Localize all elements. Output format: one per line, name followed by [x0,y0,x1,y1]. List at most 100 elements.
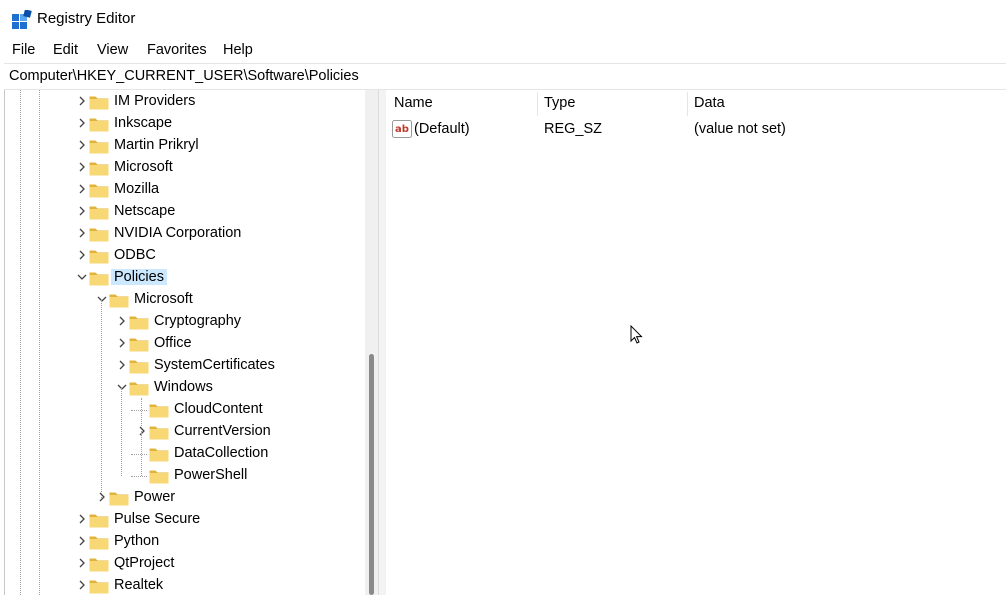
folder-icon [89,272,109,286]
folder-icon [89,228,109,242]
tree-node[interactable]: QtProject [5,553,361,575]
tree-node[interactable]: CloudContent [5,399,361,421]
chevron-right-icon[interactable] [77,204,87,218]
chevron-down-icon[interactable] [117,380,127,394]
tree-node[interactable]: Policies [5,267,361,289]
key-tree[interactable]: IM Providers Inkscape Martin Prikryl Micros… [4,90,379,595]
tree-node[interactable]: Microsoft [5,289,361,311]
tree-node-label: Microsoft [134,291,193,307]
chevron-right-icon[interactable] [77,556,87,570]
tree-node[interactable]: Cryptography [5,311,361,333]
menu-file[interactable]: File [12,42,35,58]
menu-edit[interactable]: Edit [53,42,78,58]
registry-editor-window: Registry Editor File Edit View Favorites… [0,0,1006,595]
tree-node-label: Netscape [114,203,176,219]
tree-node-label: Inkscape [114,115,173,131]
tree-node[interactable]: DataCollection [5,443,361,465]
tree-node[interactable]: Realtek [5,575,361,595]
string-value-icon: ab [392,120,412,138]
chevron-right-icon[interactable] [77,160,87,174]
tree-node[interactable]: ODBC [5,245,361,267]
tree-node-label: Mozilla [114,181,160,197]
folder-icon [129,360,149,374]
chevron-right-icon[interactable] [77,226,87,240]
tree-node-label: CloudContent [174,401,263,417]
tree-node-label: Microsoft [114,159,173,175]
chevron-right-icon[interactable] [77,94,87,108]
tree-node-label: Windows [154,379,213,395]
folder-icon [89,580,109,594]
column-header-type[interactable]: Type [544,95,575,111]
tree-node-label: DataCollection [174,445,269,461]
folder-icon [89,118,109,132]
tree-node[interactable]: Office [5,333,361,355]
tree-node[interactable]: PowerShell [5,465,361,487]
tree-node[interactable]: Netscape [5,201,361,223]
folder-icon [89,558,109,572]
folder-icon [89,536,109,550]
value-row[interactable]: ab (Default) REG_SZ (value not set) [386,118,1006,140]
tree-node[interactable]: SystemCertificates [5,355,361,377]
tree-node[interactable]: CurrentVersion [5,421,361,443]
chevron-down-icon[interactable] [77,270,87,284]
chevron-right-icon[interactable] [77,182,87,196]
tree-node-label: Realtek [114,577,164,593]
tree-node[interactable]: Windows [5,377,361,399]
tree-node[interactable]: Python [5,531,361,553]
folder-icon [89,514,109,528]
tree-node-label: Pulse Secure [114,511,201,527]
tree-node-label: NVIDIA Corporation [114,225,242,241]
address-path[interactable]: Computer\HKEY_CURRENT_USER\Software\Poli… [9,68,359,84]
menu-help[interactable]: Help [223,42,253,58]
menu-favorites[interactable]: Favorites [147,42,207,58]
tree-scrollbar-thumb[interactable] [369,354,374,595]
tree-node[interactable]: Pulse Secure [5,509,361,531]
chevron-right-icon[interactable] [117,314,127,328]
tree-node[interactable]: Mozilla [5,179,361,201]
folder-icon [109,492,129,506]
chevron-right-icon[interactable] [77,138,87,152]
mouse-cursor-icon [630,325,643,344]
tree-node-label: Martin Prikryl [114,137,199,153]
tree-node-label: Policies [111,269,167,285]
chevron-right-icon[interactable] [77,578,87,592]
column-header-data[interactable]: Data [694,95,725,111]
column-header-name[interactable]: Name [394,95,433,111]
value-type: REG_SZ [544,121,603,137]
title-bar[interactable]: Registry Editor [0,0,1006,40]
chevron-right-icon[interactable] [117,336,127,350]
folder-icon [89,96,109,110]
value-data: (value not set) [694,121,786,137]
tree-node[interactable]: Power [5,487,361,509]
tree-node-label: IM Providers [114,93,196,109]
tree-node[interactable]: NVIDIA Corporation [5,223,361,245]
folder-icon [149,470,169,484]
chevron-right-icon[interactable] [137,424,147,438]
address-bar[interactable]: Computer\HKEY_CURRENT_USER\Software\Poli… [4,63,1006,90]
tree-node[interactable]: Microsoft [5,157,361,179]
tree-node[interactable]: Inkscape [5,113,361,135]
values-list[interactable]: Name Type Data ab (Default) REG_SZ (valu… [386,90,1006,595]
menu-bar: File Edit View Favorites Help [0,40,1006,62]
chevron-right-icon[interactable] [97,490,107,504]
tree-node-label: Python [114,533,160,549]
tree-node[interactable]: IM Providers [5,91,361,113]
tree-scrollbar[interactable] [365,90,379,595]
folder-icon [129,382,149,396]
folder-icon [129,316,149,330]
folder-icon [149,426,169,440]
menu-view[interactable]: View [97,42,128,58]
chevron-right-icon[interactable] [77,248,87,262]
chevron-right-icon[interactable] [77,512,87,526]
chevron-right-icon[interactable] [77,534,87,548]
tree-node-label: Office [154,335,192,351]
chevron-right-icon[interactable] [117,358,127,372]
chevron-down-icon[interactable] [97,292,107,306]
window-title: Registry Editor [37,10,136,27]
chevron-right-icon[interactable] [77,116,87,130]
tree-node[interactable]: Martin Prikryl [5,135,361,157]
folder-icon [89,250,109,264]
folder-icon [149,448,169,462]
tree-node-label: CurrentVersion [174,423,271,439]
folder-icon [89,162,109,176]
